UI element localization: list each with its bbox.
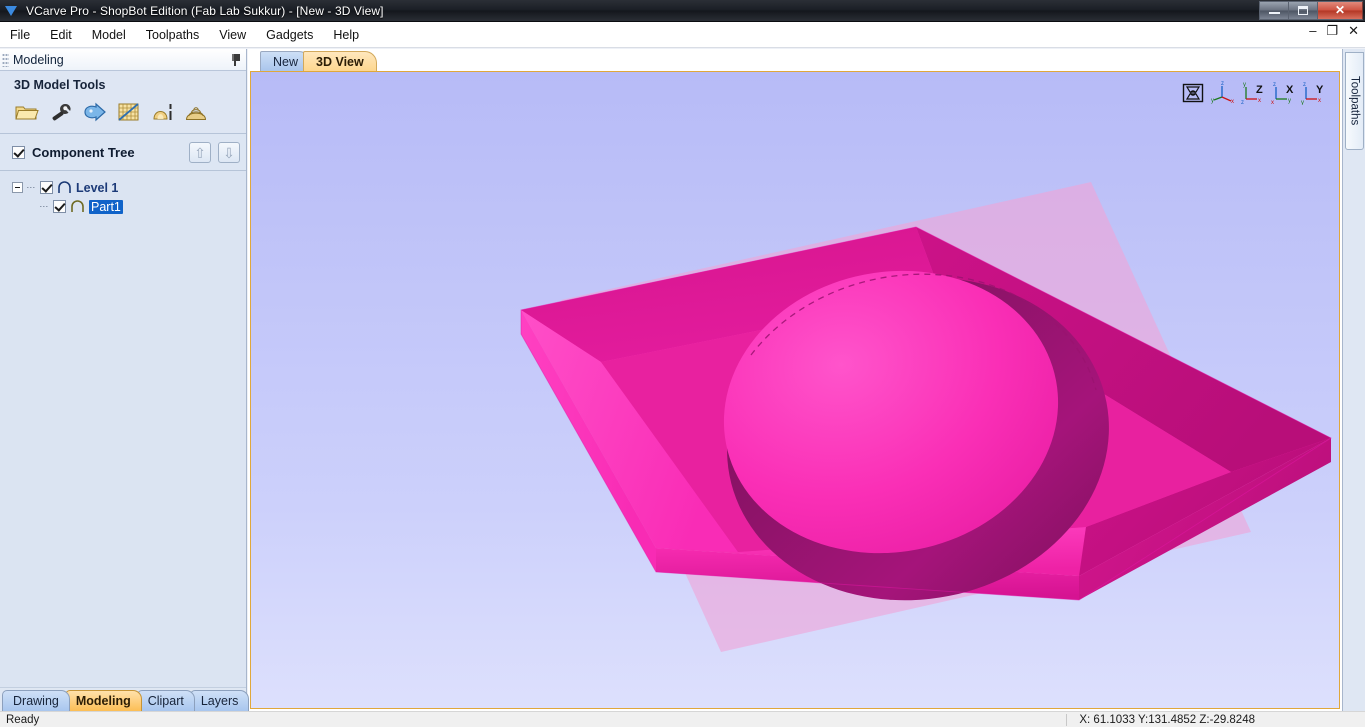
fit-view-box-icon[interactable]: [1181, 81, 1205, 105]
model-tools-title: 3D Model Tools: [14, 78, 106, 92]
svg-text:x: x: [1318, 98, 1321, 104]
axis-x-view-icon[interactable]: z x y X: [1271, 81, 1295, 105]
part1-label[interactable]: Part1: [89, 199, 123, 214]
arrow-down-icon: ⇩: [223, 144, 235, 161]
svg-text:y: y: [1211, 98, 1214, 104]
mdi-child-controls: – ❐ ✕: [1309, 24, 1359, 37]
svg-text:z: z: [1221, 81, 1224, 87]
layered-dome-icon[interactable]: [184, 100, 210, 124]
tab-drawing[interactable]: Drawing: [2, 690, 70, 711]
svg-text:x: x: [1258, 98, 1261, 104]
toolpaths-dock: Toolpaths: [1342, 49, 1365, 711]
modeling-panel-header: Modeling: [0, 49, 246, 71]
svg-text:z: z: [1273, 82, 1276, 88]
menu-help[interactable]: Help: [323, 25, 369, 45]
tree-connector-line: [27, 187, 36, 188]
mdi-minimize-button[interactable]: –: [1309, 24, 1316, 37]
wrench-icon[interactable]: [48, 100, 74, 124]
svg-text:x: x: [1231, 99, 1234, 105]
document-view-area: New 3D View z y x y z x Z z x y X z y x …: [248, 49, 1342, 711]
3d-view-frame: z y x y z x Z z x y X z y x Y: [250, 71, 1340, 709]
tab-clipart[interactable]: Clipart: [136, 690, 195, 711]
pushpin-icon[interactable]: [228, 53, 242, 67]
3d-viewport[interactable]: z y x y z x Z z x y X z y x Y: [251, 72, 1339, 708]
window-minimize-button[interactable]: [1259, 0, 1288, 20]
view-orientation-toolbar: z y x y z x Z z x y X z y x Y: [1181, 81, 1325, 105]
svg-text:y: y: [1288, 98, 1291, 104]
status-message: Ready: [6, 713, 40, 726]
move-component-down-button[interactable]: ⇩: [218, 142, 240, 163]
svg-text:y: y: [1301, 100, 1304, 105]
tree-node-part1[interactable]: Part1: [0, 197, 246, 216]
mirror-dome-icon[interactable]: [150, 100, 176, 124]
model-tools-section: 3D Model Tools: [0, 71, 246, 134]
component-tree-title: Component Tree: [32, 145, 135, 160]
window-buttons: ✕: [1259, 0, 1363, 21]
mdi-restore-button[interactable]: ❐: [1326, 24, 1338, 37]
tab-layers[interactable]: Layers: [189, 690, 250, 711]
window-title: VCarve Pro - ShopBot Edition (Fab Lab Su…: [26, 3, 384, 18]
menu-edit[interactable]: Edit: [40, 25, 82, 45]
model-tools-row: [0, 100, 246, 124]
status-bar: Ready X: 61.1033 Y:131.4852 Z:-29.8248: [0, 711, 1365, 727]
menu-view[interactable]: View: [209, 25, 256, 45]
arch-shape-icon-blue: [57, 181, 72, 194]
title-bar: VCarve Pro - ShopBot Edition (Fab Lab Su…: [0, 0, 1365, 22]
svg-text:z: z: [1241, 100, 1244, 105]
toolpaths-tab-label: Toolpaths: [1348, 76, 1361, 126]
component-tree-body: Level 1 Part1: [0, 171, 246, 687]
window-maximize-button[interactable]: [1288, 0, 1317, 20]
tree-connector-line-part: [40, 206, 49, 207]
window-close-button[interactable]: ✕: [1317, 0, 1363, 20]
application-window: VCarve Pro - ShopBot Edition (Fab Lab Su…: [0, 0, 1365, 727]
grid-ruler-icon[interactable]: [116, 100, 142, 124]
svg-text:Z: Z: [1256, 84, 1263, 96]
svg-text:x: x: [1271, 100, 1274, 105]
svg-text:Y: Y: [1316, 84, 1324, 96]
tab-3d-view[interactable]: 3D View: [303, 51, 377, 71]
move-component-up-button[interactable]: ⇧: [189, 142, 211, 163]
axis-gizmo-iso-icon[interactable]: z y x: [1211, 81, 1235, 105]
axis-z-view-icon[interactable]: y z x Z: [1241, 81, 1265, 105]
panel-mode-tabs: Drawing Modeling Clipart Layers: [0, 687, 250, 711]
arch-shape-icon-olive: [70, 200, 85, 213]
expander-collapse-icon[interactable]: [12, 182, 23, 193]
menu-model[interactable]: Model: [82, 25, 136, 45]
vcarve-triangle-logo-icon: [0, 0, 22, 22]
blue-arrow-shape-icon[interactable]: [82, 100, 108, 124]
menu-bar: File Edit Model Toolpaths View Gadgets H…: [0, 22, 1365, 48]
toolpaths-tab[interactable]: Toolpaths: [1345, 52, 1364, 150]
menu-gadgets[interactable]: Gadgets: [256, 25, 323, 45]
svg-text:y: y: [1243, 82, 1246, 88]
tree-node-level1[interactable]: Level 1: [0, 178, 246, 197]
open-folder-icon[interactable]: [14, 100, 40, 124]
3d-model-render: [520, 182, 1332, 652]
arrow-up-icon: ⇧: [194, 144, 206, 161]
component-tree-checkbox[interactable]: [12, 146, 25, 159]
part1-visibility-checkbox[interactable]: [53, 200, 66, 213]
menu-toolpaths[interactable]: Toolpaths: [136, 25, 210, 45]
menu-file[interactable]: File: [0, 25, 40, 45]
level1-label: Level 1: [76, 180, 119, 195]
modeling-panel: Modeling 3D Model Tools Component Tree ⇧…: [0, 49, 250, 711]
axis-y-view-icon[interactable]: z y x Y: [1301, 81, 1325, 105]
document-tabs: New 3D View: [248, 49, 1342, 71]
level1-visibility-checkbox[interactable]: [40, 181, 53, 194]
panel-drag-grip[interactable]: [2, 52, 9, 67]
cursor-coordinates: X: 61.1033 Y:131.4852 Z:-29.8248: [1066, 713, 1365, 726]
svg-text:X: X: [1286, 84, 1294, 96]
svg-text:z: z: [1303, 82, 1306, 88]
component-tree-header: Component Tree ⇧ ⇩: [0, 134, 246, 171]
component-tree-section: Component Tree ⇧ ⇩ Level 1 Part1: [0, 134, 246, 687]
modeling-panel-title: Modeling: [13, 52, 64, 67]
mdi-close-button[interactable]: ✕: [1348, 24, 1359, 37]
tab-modeling[interactable]: Modeling: [64, 690, 142, 711]
